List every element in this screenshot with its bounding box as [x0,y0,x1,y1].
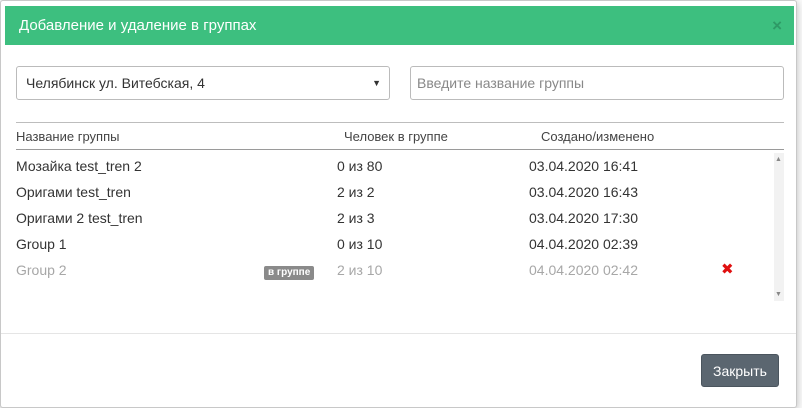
group-name: Оригами test_tren [16,184,131,200]
scroll-up-icon[interactable]: ▲ [775,156,782,163]
group-members: 0 из 10 [337,236,383,252]
group-modified: 04.04.2020 02:39 [529,236,638,252]
table-scrollbar[interactable]: ▲ ▼ [774,153,784,301]
group-modified: 04.04.2020 02:42 [529,262,638,278]
group-members: 2 из 3 [337,210,375,226]
column-header-modified[interactable]: Создано/изменено [541,129,654,144]
groups-table-body: Мозайка test_tren 2 0 из 80 03.04.2020 1… [16,153,784,301]
group-name-input[interactable] [410,66,784,100]
group-membership-dialog: Добавление и удаление в группах × Челяби… [0,0,797,408]
location-select-value: Челябинск ул. Витебская, 4 [26,75,205,91]
group-name: Оригами 2 test_tren [16,210,143,226]
in-group-badge: в группе [264,266,315,280]
group-name: Group 2 [16,262,67,278]
group-modified: 03.04.2020 17:30 [529,210,638,226]
caret-down-icon: ▼ [372,78,381,88]
group-name: Мозайка test_tren 2 [16,158,142,174]
group-modified: 03.04.2020 16:41 [529,158,638,174]
table-row[interactable]: Мозайка test_tren 2 0 из 80 03.04.2020 1… [16,153,776,179]
close-icon[interactable]: × [772,17,782,34]
group-name: Group 1 [16,236,67,252]
group-modified: 03.04.2020 16:43 [529,184,638,200]
dialog-header: Добавление и удаление в группах × [5,6,794,45]
group-members: 0 из 80 [337,158,383,174]
table-row[interactable]: Оригами 2 test_tren 2 из 3 03.04.2020 17… [16,205,776,231]
footer-divider [1,333,796,334]
column-header-members[interactable]: Человек в группе [344,129,448,144]
table-row[interactable]: Group 2 в группе 2 из 10 04.04.2020 02:4… [16,257,776,283]
table-row[interactable]: Оригами test_tren 2 из 2 03.04.2020 16:4… [16,179,776,205]
group-members: 2 из 2 [337,184,375,200]
table-header: Название группы Человек в группе Создано… [16,122,784,150]
column-header-name[interactable]: Название группы [16,129,119,144]
scroll-down-icon[interactable]: ▼ [775,291,782,298]
remove-from-group-icon[interactable]: ✖ [721,260,734,278]
group-members: 2 из 10 [337,262,383,278]
location-select[interactable]: Челябинск ул. Витебская, 4 ▼ [16,66,390,100]
dialog-title: Добавление и удаление в группах [19,17,257,34]
close-button[interactable]: Закрыть [701,354,779,387]
table-row[interactable]: Group 1 0 из 10 04.04.2020 02:39 [16,231,776,257]
